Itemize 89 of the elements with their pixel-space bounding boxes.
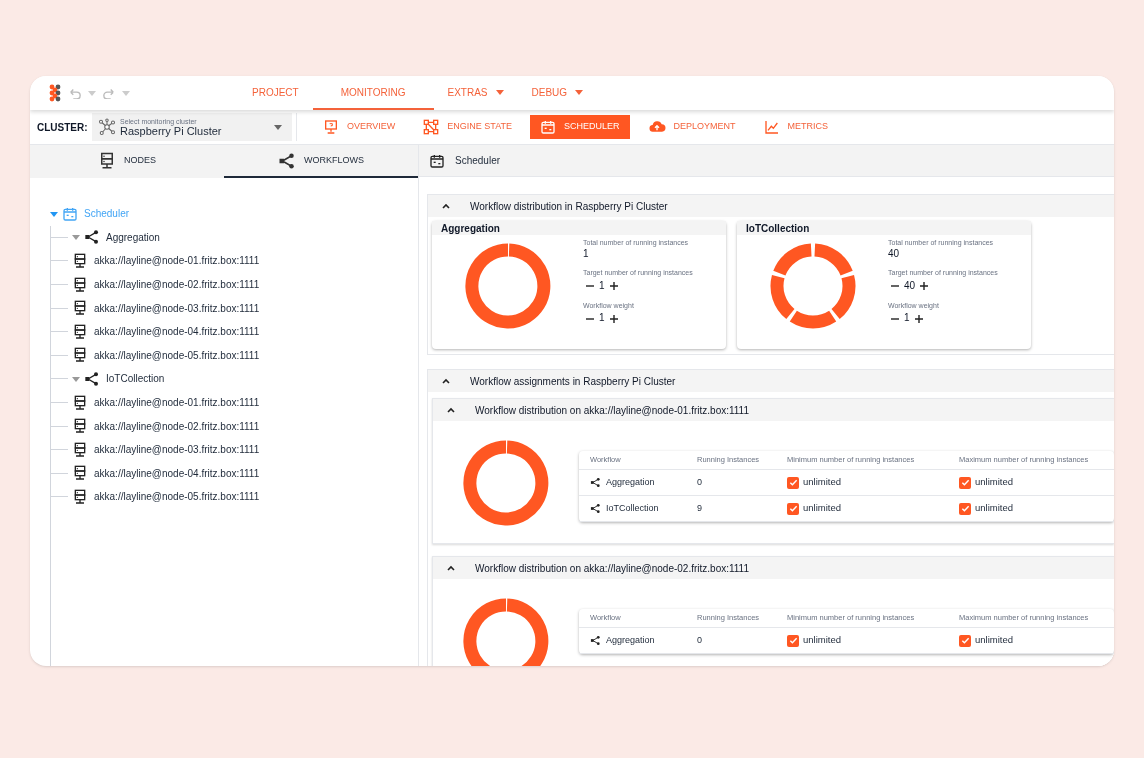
workflow-icon	[590, 477, 601, 488]
stat-value: 40	[888, 247, 901, 261]
stat-value: 1	[599, 312, 605, 325]
tree-item[interactable]: akka://layline@node-04.fritz.box:1111	[94, 324, 260, 340]
panel-tab[interactable]: NODES	[30, 145, 224, 178]
stat-value: 1	[904, 312, 910, 325]
dropdown-caret-icon	[274, 123, 282, 131]
checkbox[interactable]	[959, 502, 971, 515]
calendar-icon	[429, 152, 445, 169]
workflow-icon	[590, 635, 601, 646]
checkbox[interactable]	[959, 476, 971, 489]
checkbox-label: unlimited	[975, 475, 1014, 490]
card-title: IoTCollection	[746, 221, 810, 236]
expand-triangle-icon[interactable]	[50, 209, 58, 218]
server-icon	[72, 394, 88, 411]
workflow-icon	[84, 229, 100, 246]
expand-triangle-icon[interactable]	[72, 374, 80, 383]
table-cell-text: Aggregation	[606, 633, 655, 647]
tree-item[interactable]: IoTCollection	[106, 371, 165, 387]
section-title: Workflow assignments in Raspberry Pi Cluster	[470, 374, 676, 389]
calendar-icon	[62, 205, 78, 222]
app-logo	[48, 84, 62, 102]
cluster-label: CLUSTER:	[37, 120, 89, 135]
workflow-icon	[84, 370, 100, 387]
plus-icon	[913, 313, 924, 324]
checkbox-label: unlimited	[975, 633, 1014, 648]
increment-button[interactable]	[919, 281, 930, 292]
cluster-icon	[98, 118, 116, 136]
undo-menu-caret-icon	[88, 89, 96, 97]
server-icon	[72, 347, 88, 364]
table-cell-text: 9	[697, 501, 703, 515]
undo-icon	[68, 87, 82, 99]
cloud-upload-icon	[647, 119, 666, 135]
server-icon	[72, 323, 88, 340]
table-cell-text: IoTCollection	[606, 501, 659, 515]
monitor-icon	[323, 119, 339, 135]
plus-icon	[608, 281, 619, 292]
server-icon	[72, 441, 88, 458]
redo-menu-caret-icon	[122, 89, 130, 97]
stat-value: 1	[583, 247, 590, 261]
checkbox[interactable]	[787, 476, 799, 489]
panel-title: Scheduler	[455, 154, 501, 168]
checkbox-label: unlimited	[803, 475, 842, 490]
table-cell-text: Aggregation	[606, 475, 655, 489]
section-title: Workflow distribution on akka://layline@node-01.fritz.box:1111	[475, 403, 749, 418]
server-icon	[72, 488, 88, 505]
checkbox[interactable]	[787, 634, 799, 647]
increment-button[interactable]	[608, 281, 619, 292]
server-icon	[72, 465, 88, 482]
line-chart-icon	[763, 119, 780, 135]
section-title: Workflow distribution in Raspberry Pi Cluster	[470, 199, 668, 214]
server-icon	[72, 253, 88, 269]
server-icon	[98, 151, 116, 170]
table-cell-text: 0	[697, 633, 703, 647]
workflow-icon	[278, 151, 296, 170]
tree-item[interactable]: akka://layline@node-05.fritz.box:1111	[94, 489, 260, 505]
tree-item[interactable]: akka://layline@node-03.fritz.box:1111	[94, 442, 260, 458]
field-value: Raspberry Pi Cluster	[120, 125, 223, 137]
checkbox-label: unlimited	[975, 501, 1014, 516]
server-icon	[72, 276, 88, 293]
tree-item[interactable]: akka://layline@node-03.fritz.box:1111	[94, 300, 260, 316]
increment-button[interactable]	[913, 313, 924, 324]
network-icon	[423, 119, 440, 135]
table-cell-text: 0	[697, 475, 703, 489]
section-title: Workflow distribution on akka://layline@node-02.fritz.box:1111	[475, 561, 749, 576]
workflow-icon	[590, 503, 601, 514]
tree-item[interactable]: akka://layline@node-05.fritz.box:1111	[94, 347, 260, 363]
plus-icon	[608, 313, 619, 324]
tree-item[interactable]: akka://layline@node-01.fritz.box:1111	[94, 395, 260, 411]
server-icon	[72, 300, 88, 317]
tree-item[interactable]: akka://layline@node-02.fritz.box:1111	[94, 418, 260, 434]
card-title: Aggregation	[441, 221, 500, 236]
server-icon	[72, 418, 88, 435]
checkbox-label: unlimited	[803, 501, 842, 516]
checkbox[interactable]	[787, 502, 799, 515]
panel-tab[interactable]: WORKFLOWS	[224, 145, 418, 178]
tree-item[interactable]: akka://layline@node-02.fritz.box:1111	[94, 277, 260, 293]
redo-icon	[102, 87, 116, 99]
checkbox-label: unlimited	[803, 633, 842, 648]
expand-triangle-icon[interactable]	[72, 233, 80, 242]
plus-icon	[919, 281, 930, 292]
checkbox[interactable]	[959, 634, 971, 647]
calendar-icon	[540, 119, 557, 135]
tree-item[interactable]: Aggregation	[106, 229, 160, 245]
tree-item[interactable]: akka://layline@node-04.fritz.box:1111	[94, 465, 260, 481]
stat-value: 1	[599, 280, 605, 293]
tree-item[interactable]: akka://layline@node-01.fritz.box:1111	[94, 253, 260, 269]
increment-button[interactable]	[608, 313, 619, 324]
stat-value: 40	[904, 280, 916, 293]
